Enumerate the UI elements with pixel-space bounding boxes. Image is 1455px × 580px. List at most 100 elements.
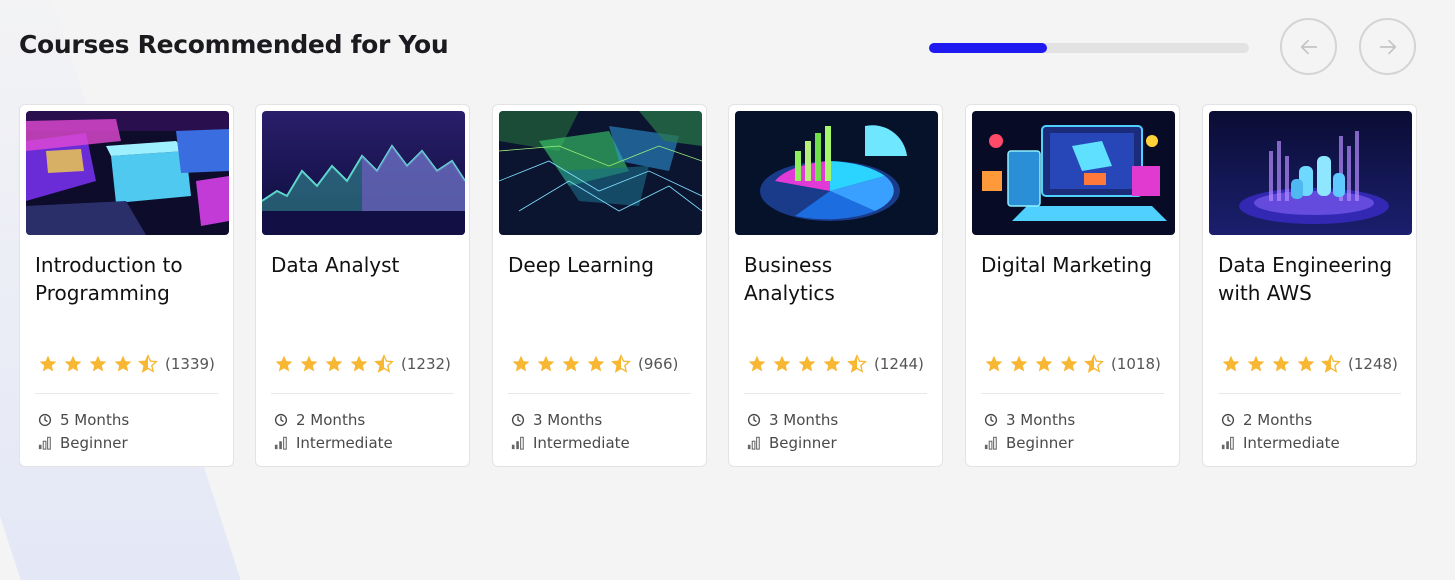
course-title: Data Analyst (271, 253, 400, 277)
star-icon (39, 355, 57, 372)
review-count: (1232) (401, 355, 451, 373)
course-duration: 2 Months (1221, 411, 1312, 429)
duration-text: 3 Months (769, 411, 839, 429)
star-icon (537, 355, 555, 372)
star-icon (300, 355, 318, 372)
star-icon (773, 355, 791, 372)
signal-bars-icon (1221, 436, 1235, 450)
card-divider (1218, 393, 1401, 394)
course-title: Introduction to Programming (35, 253, 183, 305)
course-level: Intermediate (511, 434, 630, 452)
course-thumbnail (26, 111, 229, 235)
course-duration: 3 Months (984, 411, 1075, 429)
level-text: Intermediate (1243, 434, 1340, 452)
clock-icon (511, 413, 525, 427)
course-thumbnail (1209, 111, 1412, 235)
course-duration: 3 Months (747, 411, 838, 429)
half-star-icon (1084, 354, 1104, 373)
course-card[interactable]: Data Analyst (1232) 2 Months Intermediat… (255, 104, 470, 467)
course-level: Beginner (747, 434, 837, 452)
star-icon (823, 355, 841, 372)
course-rating: (1248) (1221, 354, 1398, 374)
carousel-progress-fill (929, 43, 1048, 53)
course-title: Business Analytics (744, 253, 835, 305)
signal-bars-icon (984, 436, 998, 450)
duration-text: 2 Months (296, 411, 366, 429)
level-text: Beginner (769, 434, 837, 452)
course-duration: 3 Months (511, 411, 602, 429)
clock-icon (984, 413, 998, 427)
star-icon (587, 355, 605, 372)
star-icon (64, 355, 82, 372)
half-star-icon (611, 354, 631, 373)
level-text: Intermediate (533, 434, 630, 452)
star-icon (275, 355, 293, 372)
duration-text: 3 Months (533, 411, 603, 429)
star-icon (798, 355, 816, 372)
course-card[interactable]: Business Analytics (1244) 3 Months Begin… (728, 104, 943, 467)
course-card[interactable]: Deep Learning (966) 3 Months Intermediat… (492, 104, 707, 467)
star-icon (748, 355, 766, 372)
star-icon (1060, 355, 1078, 372)
card-divider (981, 393, 1164, 394)
course-card[interactable]: Data Engineering with AWS (1248) 2 Month… (1202, 104, 1417, 467)
star-icon (1297, 355, 1315, 372)
signal-bars-icon (274, 436, 288, 450)
star-icon (562, 355, 580, 372)
clock-icon (274, 413, 288, 427)
star-icon (325, 355, 343, 372)
star-icon (350, 355, 368, 372)
course-thumbnail (262, 111, 465, 235)
course-rating: (1232) (274, 354, 451, 374)
review-count: (1339) (165, 355, 215, 373)
card-divider (744, 393, 927, 394)
course-rating: (1018) (984, 354, 1161, 374)
section-title: Courses Recommended for You (19, 30, 449, 59)
carousel-next-button[interactable] (1359, 18, 1416, 75)
clock-icon (747, 413, 761, 427)
card-divider (508, 393, 691, 394)
signal-bars-icon (38, 436, 52, 450)
course-title: Data Engineering with AWS (1218, 253, 1393, 305)
star-icon (985, 355, 1003, 372)
level-text: Intermediate (296, 434, 393, 452)
half-star-icon (847, 354, 867, 373)
course-level: Intermediate (274, 434, 393, 452)
course-level: Intermediate (1221, 434, 1340, 452)
course-duration: 2 Months (274, 411, 365, 429)
course-card[interactable]: Introduction to Programming (1339) 5 Mon… (19, 104, 234, 467)
duration-text: 3 Months (1006, 411, 1076, 429)
duration-text: 5 Months (60, 411, 130, 429)
review-count: (1244) (874, 355, 924, 373)
carousel-prev-button[interactable] (1280, 18, 1337, 75)
carousel-progress-bar (929, 43, 1249, 53)
arrow-right-icon (1379, 39, 1396, 54)
card-divider (35, 393, 218, 394)
star-icon (1010, 355, 1028, 372)
half-star-icon (1321, 354, 1341, 373)
card-divider (271, 393, 454, 394)
star-icon (1272, 355, 1290, 372)
level-text: Beginner (60, 434, 128, 452)
star-icon (1035, 355, 1053, 372)
half-star-icon (138, 354, 158, 373)
course-rating: (1244) (747, 354, 924, 374)
star-icon (114, 355, 132, 372)
star-icon (512, 355, 530, 372)
duration-text: 2 Months (1243, 411, 1313, 429)
review-count: (1248) (1348, 355, 1398, 373)
level-text: Beginner (1006, 434, 1074, 452)
course-thumbnail (499, 111, 702, 235)
course-level: Beginner (984, 434, 1074, 452)
review-count: (966) (638, 355, 679, 373)
course-duration: 5 Months (38, 411, 129, 429)
course-thumbnail (972, 111, 1175, 235)
star-icon (1222, 355, 1240, 372)
signal-bars-icon (747, 436, 761, 450)
course-rating: (1339) (38, 354, 215, 374)
clock-icon (1221, 413, 1235, 427)
course-level: Beginner (38, 434, 128, 452)
course-thumbnail (735, 111, 938, 235)
course-card[interactable]: Digital Marketing (1018) 3 Months Beginn… (965, 104, 1180, 467)
review-count: (1018) (1111, 355, 1161, 373)
